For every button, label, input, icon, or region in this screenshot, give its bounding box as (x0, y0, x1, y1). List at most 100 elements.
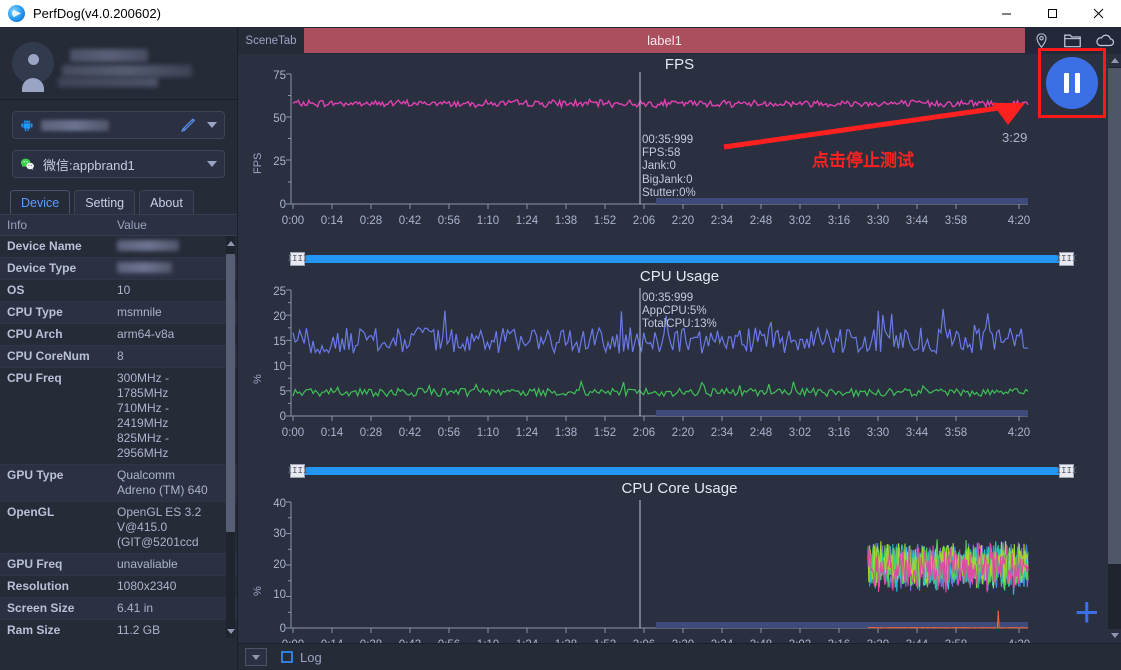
svg-text:0:42: 0:42 (399, 427, 421, 439)
table-row[interactable]: OS 10 (0, 280, 237, 302)
main-scrollbar-track[interactable] (1108, 54, 1121, 642)
row-value: 8 (117, 349, 124, 363)
sidebar-scrollbar-thumb[interactable] (226, 254, 235, 532)
cpu-core-usage-chart-section: CPU Core Usage % 40 30 20 10 0 (238, 478, 1121, 670)
svg-text:75: 75 (273, 70, 286, 82)
chevron-down-icon[interactable] (207, 122, 217, 128)
row-value: 300MHz - 1785MHz 710MHz - 2419MHz 825MHz… (117, 371, 170, 460)
table-row[interactable]: Device Type (0, 258, 237, 280)
svg-text:0: 0 (280, 623, 286, 635)
svg-text:0:42: 0:42 (399, 215, 421, 227)
main-scroll-down-icon[interactable] (1108, 629, 1121, 642)
table-row[interactable]: Device Name (0, 236, 237, 258)
svg-text:2:20: 2:20 (672, 427, 694, 439)
cpu-usage-timeline-track[interactable] (295, 467, 1069, 475)
row-key: GPU Freq (7, 557, 63, 571)
svg-text:2:34: 2:34 (711, 427, 734, 439)
svg-text:5: 5 (280, 386, 286, 398)
cpu-usage-timeline-scroll[interactable]: IIII IIII (287, 464, 1077, 478)
svg-text:1:38: 1:38 (555, 215, 577, 227)
svg-text:1:52: 1:52 (594, 215, 616, 227)
row-key: OpenGL (7, 505, 55, 519)
close-button[interactable] (1075, 0, 1121, 27)
table-row[interactable]: GPU Freq unavaliable (0, 554, 237, 576)
main-scrollbar-thumb[interactable] (1108, 68, 1121, 564)
edit-icon[interactable] (181, 117, 198, 133)
log-dropdown-button[interactable] (245, 648, 267, 666)
svg-text:0:56: 0:56 (438, 427, 460, 439)
device-table-header: Info Value (0, 214, 237, 236)
scene-tab[interactable]: SceneTab (238, 27, 304, 54)
svg-text:0:14: 0:14 (321, 215, 344, 227)
table-row[interactable]: CPU Type msmnile (0, 302, 237, 324)
table-row[interactable]: CPU CoreNum 8 (0, 346, 237, 368)
fps-timeline-scroll[interactable]: IIII IIII (287, 252, 1077, 266)
fps-timeline-left-grip[interactable]: IIII (287, 252, 308, 266)
masked-userinfo (62, 65, 192, 77)
folder-icon[interactable] (1063, 32, 1082, 49)
table-row[interactable]: Screen Size 6.41 in (0, 598, 237, 620)
tab-about[interactable]: About (139, 190, 194, 214)
row-value (110, 258, 237, 279)
svg-text:1:24: 1:24 (516, 427, 539, 439)
fps-timeline-track[interactable] (295, 255, 1069, 263)
table-row[interactable]: Resolution 1080x2340 (0, 576, 237, 598)
cpu-usage-timeline-right-grip[interactable]: IIII (1056, 464, 1077, 478)
tab-device[interactable]: Device (10, 190, 71, 214)
svg-text:1:24: 1:24 (516, 215, 539, 227)
svg-text:2:20: 2:20 (672, 215, 694, 227)
app-select[interactable]: 微信:appbrand1 (12, 150, 225, 178)
divider (0, 99, 237, 100)
svg-text:0:00: 0:00 (282, 427, 304, 439)
table-row[interactable]: OpenGL OpenGL ES 3.2 V@415.0 (GIT@5201ccd (0, 502, 237, 554)
perfdog-logo-icon (8, 5, 25, 22)
row-key: Device Name (7, 239, 82, 253)
svg-text:3:44: 3:44 (906, 215, 929, 227)
device-select[interactable] (12, 111, 225, 139)
sidebar-tabs: Device Setting About (10, 190, 237, 214)
svg-text:0:00: 0:00 (282, 215, 304, 227)
device-table: Device Name Device Type OS 10 CPU Type msm… (0, 236, 237, 638)
row-key: Screen Size (7, 601, 75, 615)
sidebar: 微信:appbrand1 Device Setting About Info V… (0, 27, 238, 670)
svg-text:2:06: 2:06 (633, 215, 655, 227)
minimize-button[interactable] (983, 0, 1029, 27)
window-controls (983, 0, 1121, 27)
cpu-usage-chart: CPU Usage % 25 20 15 10 5 0 0:00 0:14 0:… (238, 266, 1121, 464)
masked-username (70, 49, 148, 62)
svg-text:0: 0 (280, 411, 286, 423)
table-row[interactable]: CPU Freq 300MHz - 1785MHz 710MHz - 2419MH… (0, 368, 237, 465)
table-row[interactable]: CPU Arch arm64-v8a (0, 324, 237, 346)
svg-text:15: 15 (273, 336, 286, 348)
tab-setting[interactable]: Setting (74, 190, 136, 214)
add-button[interactable]: + (1074, 591, 1099, 633)
table-row[interactable]: Ram Size 11.2 GB (0, 620, 237, 638)
title-bar: PerfDog(v4.0.200602) (0, 0, 1121, 27)
row-key: Ram Size (7, 623, 61, 637)
perfdog-window: PerfDog(v4.0.200602) 微信:appbrand1 Device… (0, 0, 1121, 670)
location-pin-icon[interactable] (1033, 32, 1050, 49)
scroll-up-icon[interactable] (226, 238, 235, 248)
svg-text:4:20: 4:20 (1008, 427, 1030, 439)
fps-timeline-right-grip[interactable]: IIII (1056, 252, 1077, 266)
bottom-bar: Log (238, 643, 1121, 670)
pause-button[interactable] (1046, 57, 1098, 109)
main-scroll-up-icon[interactable] (1108, 54, 1121, 67)
scene-label-bar[interactable]: label1 (304, 28, 1025, 53)
cloud-icon[interactable] (1095, 32, 1115, 49)
column-header-info: Info (7, 218, 28, 232)
android-icon (21, 119, 33, 132)
maximize-button[interactable] (1029, 0, 1075, 27)
fps-chart-section: FPS FPS 75 50 25 0 0:00 0:14 0:28 0:42 0… (238, 54, 1121, 266)
log-checkbox[interactable] (281, 651, 293, 663)
cpu-usage-cursor-tooltip: 00:35:999 AppCPU:5% TotalCPU:13% (642, 292, 717, 331)
scroll-down-icon[interactable] (226, 626, 235, 636)
chevron-down-icon[interactable] (207, 161, 217, 167)
column-header-value: Value (117, 218, 147, 232)
log-label: Log (300, 649, 322, 665)
cpu-usage-timeline-left-grip[interactable]: IIII (287, 464, 308, 478)
svg-text:0:28: 0:28 (360, 215, 382, 227)
table-row[interactable]: GPU Type Qualcomm Adreno (TM) 640 (0, 465, 237, 502)
masked-device-name (41, 119, 109, 131)
svg-text:2:06: 2:06 (633, 427, 655, 439)
